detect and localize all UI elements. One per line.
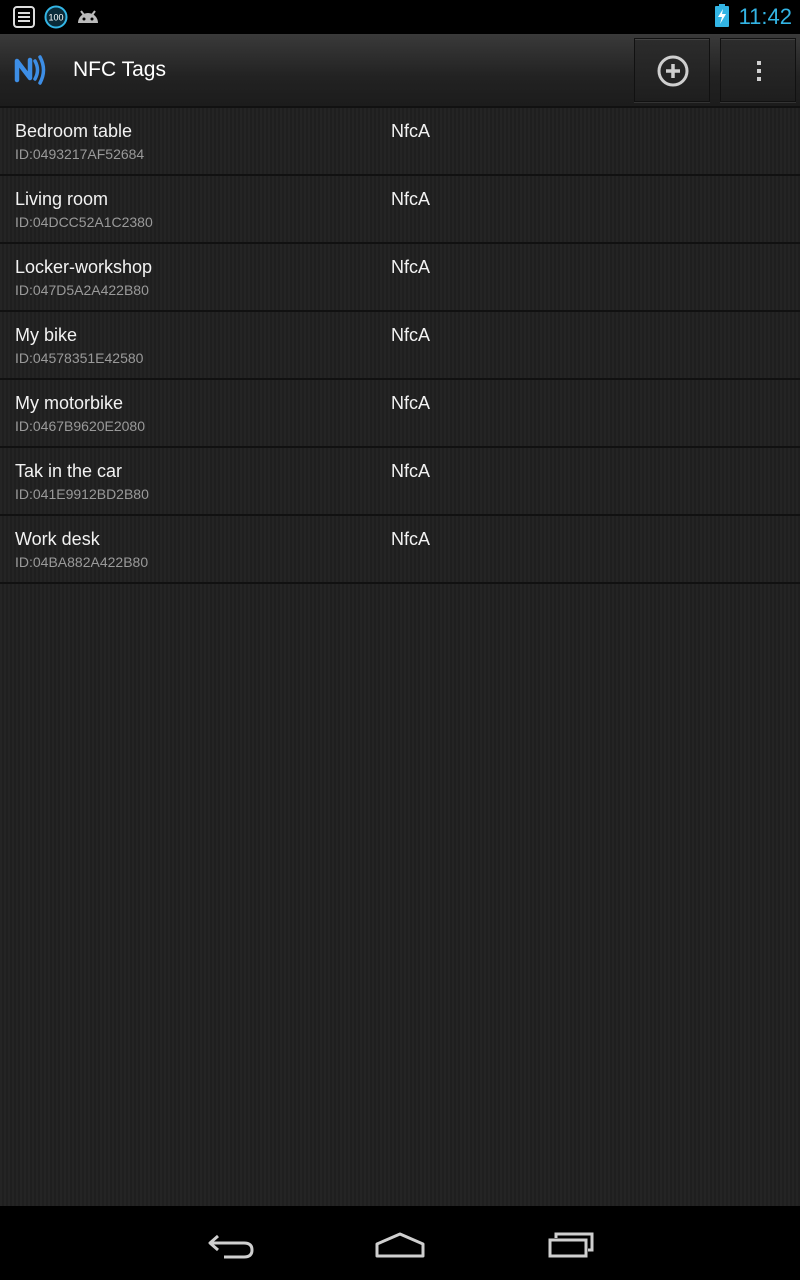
home-button[interactable] [360, 1220, 440, 1266]
recents-icon [548, 1232, 594, 1258]
battery-100-notification-icon: 100 [44, 5, 68, 34]
overflow-menu-icon [757, 61, 761, 81]
tag-id: ID:041E9912BD2B80 [15, 486, 149, 502]
tag-tech: NfcA [391, 121, 431, 141]
tag-name: Bedroom table [15, 121, 133, 141]
tag-tech: NfcA [391, 325, 431, 345]
list-item[interactable]: My motorbike ID:0467B9620E2080 NfcA [0, 380, 800, 448]
tag-tech: NfcA [391, 393, 431, 413]
list-item[interactable]: Living room ID:04DCC52A1C2380 NfcA [0, 176, 800, 244]
battery-charging-icon [714, 4, 730, 33]
tag-id: ID:04BA882A422B80 [15, 554, 149, 570]
tag-name: My motorbike [15, 393, 124, 413]
tag-id: ID:0493217AF52684 [15, 146, 145, 162]
tag-tech: NfcA [391, 529, 431, 549]
tag-name: Living room [15, 189, 109, 209]
overflow-menu-button[interactable] [720, 38, 796, 102]
notification-badge-text: 100 [48, 13, 63, 23]
status-bar: 100 11:42 [0, 0, 800, 34]
tag-name: Work desk [15, 529, 100, 549]
nfc-icon[interactable] [12, 50, 52, 90]
list-item[interactable]: Locker-workshop ID:047D5A2A422B80 NfcA [0, 244, 800, 312]
navigation-bar [0, 1206, 800, 1280]
list-item[interactable]: Bedroom table ID:0493217AF52684 NfcA [0, 108, 800, 176]
list-item[interactable]: Work desk ID:04BA882A422B80 NfcA [0, 516, 800, 584]
add-tag-button[interactable] [634, 38, 710, 102]
tag-tech: NfcA [391, 189, 431, 209]
tag-tech: NfcA [391, 257, 431, 277]
page-title: NFC Tags [73, 58, 166, 81]
list-item[interactable]: Tak in the car ID:041E9912BD2B80 NfcA [0, 448, 800, 516]
tag-name: Tak in the car [15, 461, 123, 481]
tag-id: ID:047D5A2A422B80 [15, 282, 149, 298]
action-bar: NFC Tags [0, 34, 800, 108]
recents-button[interactable] [530, 1220, 610, 1266]
tag-tech: NfcA [391, 461, 431, 481]
android-icon [75, 5, 101, 34]
tag-name: My bike [15, 325, 78, 345]
tag-list-container: Bedroom table ID:0493217AF52684 NfcA Liv… [0, 108, 800, 1206]
tag-id: ID:0467B9620E2080 [15, 418, 145, 434]
tag-list: Bedroom table ID:0493217AF52684 NfcA Liv… [0, 108, 800, 584]
list-item[interactable]: My bike ID:04578351E42580 NfcA [0, 312, 800, 380]
back-icon [208, 1234, 254, 1259]
add-circle-icon [657, 55, 689, 87]
screen: 100 11:42 NFC Tags Bedroom table ID:0493… [0, 0, 800, 1280]
tag-id: ID:04DCC52A1C2380 [15, 214, 153, 230]
tag-id: ID:04578351E42580 [15, 350, 144, 366]
notes-icon [12, 5, 36, 34]
tag-name: Locker-workshop [15, 257, 153, 277]
clock: 11:42 [738, 4, 792, 29]
home-icon [375, 1232, 425, 1258]
back-button[interactable] [190, 1220, 270, 1266]
